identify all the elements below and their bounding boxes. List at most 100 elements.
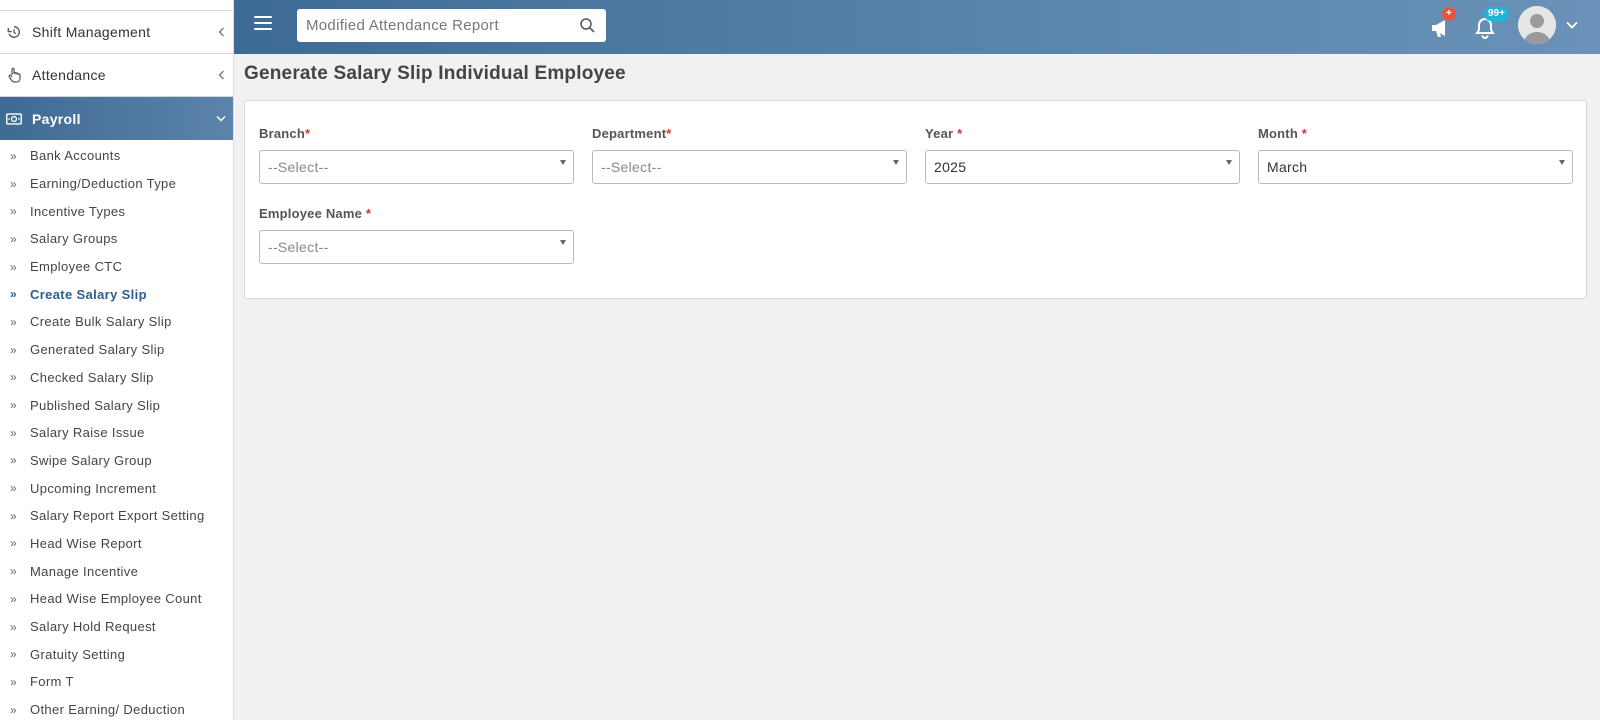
department-label: Department* [592, 126, 672, 141]
sidebar-subitem-label: Checked Salary Slip [30, 369, 154, 385]
sidebar-subitem-label: Salary Hold Request [30, 619, 156, 635]
double-chevron-right-icon: » [10, 591, 18, 606]
sidebar-subitem-form-t[interactable]: » Form T [0, 668, 233, 696]
double-chevron-right-icon: » [10, 259, 18, 274]
sidebar-subitem-gratuity-setting[interactable]: » Gratuity Setting [0, 640, 233, 668]
sidebar-subitem-label: Published Salary Slip [30, 397, 161, 413]
chevron-down-icon [216, 114, 226, 124]
sidebar-subitem-head-wise-report[interactable]: » Head Wise Report [0, 530, 233, 558]
double-chevron-right-icon: » [10, 481, 18, 496]
sidebar-top-divider [0, 0, 233, 11]
double-chevron-right-icon: » [10, 564, 18, 579]
employee-name-field: Employee Name * --Select-- [259, 206, 574, 264]
sidebar-group-payroll[interactable]: Payroll [0, 97, 233, 140]
double-chevron-right-icon: » [10, 619, 18, 634]
notification-button[interactable]: 99+ [1472, 7, 1509, 40]
branch-label: Branch* [259, 126, 311, 141]
sidebar-group-label: Payroll [32, 110, 81, 127]
hand-pointer-icon [6, 67, 22, 83]
double-chevron-right-icon: » [10, 287, 18, 302]
double-chevron-right-icon: » [10, 370, 18, 385]
sidebar-subitem-label: Other Earning/ Deduction [30, 702, 186, 718]
branch-field: Branch* --Select-- [259, 126, 574, 184]
avatar[interactable] [1518, 6, 1556, 44]
sidebar-subitem-bank-accounts[interactable]: » Bank Accounts [0, 142, 233, 170]
sidebar-subitem-salary-groups[interactable]: » Salary Groups [0, 225, 233, 253]
double-chevron-right-icon: » [10, 425, 18, 440]
sidebar-subitem-generated-salary-slip[interactable]: » Generated Salary Slip [0, 336, 233, 364]
sidebar-subitem-swipe-salary-group[interactable]: » Swipe Salary Group [0, 447, 233, 475]
year-select-value: 2025 [934, 159, 967, 175]
chevron-left-icon [216, 27, 226, 37]
double-chevron-right-icon: » [10, 314, 18, 329]
sidebar-subitem-label: Incentive Types [30, 203, 126, 219]
double-chevron-right-icon: » [10, 674, 18, 689]
sidebar-subitem-label: Salary Report Export Setting [30, 508, 205, 524]
sidebar-group-label: Shift Management [32, 24, 151, 40]
employee-name-label: Employee Name * [259, 206, 372, 221]
sidebar-subitem-label: Earning/Deduction Type [30, 176, 177, 192]
caret-down-icon [560, 160, 566, 165]
chevron-down-icon[interactable] [1565, 18, 1579, 32]
sidebar-subitem-label: Form T [30, 674, 74, 690]
year-field: Year * 2025 [925, 126, 1240, 184]
search-input[interactable] [306, 17, 576, 34]
page-title: Generate Salary Slip Individual Employee [244, 63, 626, 84]
search-box [297, 9, 606, 42]
sidebar-subitem-salary-hold-request[interactable]: » Salary Hold Request [0, 613, 233, 641]
year-select[interactable]: 2025 [925, 150, 1240, 184]
sidebar-subitem-label: Create Bulk Salary Slip [30, 314, 172, 330]
money-bill-icon [6, 111, 22, 127]
search-icon[interactable] [579, 17, 596, 34]
sidebar-subitem-label: Head Wise Report [30, 535, 142, 551]
sidebar-subitem-label: Upcoming Increment [30, 480, 157, 496]
double-chevron-right-icon: » [10, 204, 18, 219]
caret-down-icon [893, 160, 899, 165]
double-chevron-right-icon: » [10, 148, 18, 163]
employee-name-select-value: --Select-- [268, 239, 329, 255]
announcement-button[interactable]: + [1428, 7, 1456, 40]
double-chevron-right-icon: » [10, 647, 18, 662]
form-card: Branch* --Select-- Department* --Select-… [244, 100, 1587, 299]
sidebar-subitem-other-earning-deduction[interactable]: » Other Earning/ Deduction [0, 696, 233, 720]
double-chevron-right-icon: » [10, 398, 18, 413]
sidebar-subitem-label: Create Salary Slip [30, 286, 147, 302]
double-chevron-right-icon: » [10, 231, 18, 246]
double-chevron-right-icon: » [10, 536, 18, 551]
double-chevron-right-icon: » [10, 453, 18, 468]
department-select[interactable]: --Select-- [592, 150, 907, 184]
branch-select[interactable]: --Select-- [259, 150, 574, 184]
sidebar-group-attendance[interactable]: Attendance [0, 54, 233, 97]
sidebar: Shift Management Attendance Payroll » Ban… [0, 0, 234, 720]
month-select[interactable]: March [1258, 150, 1573, 184]
sidebar-subitem-label: Swipe Salary Group [30, 452, 152, 468]
caret-down-icon [1226, 160, 1232, 165]
announcement-badge: + [1442, 7, 1456, 21]
sidebar-subitem-create-bulk-salary-slip[interactable]: » Create Bulk Salary Slip [0, 308, 233, 336]
double-chevron-right-icon: » [10, 702, 18, 717]
sidebar-subitem-salary-raise-issue[interactable]: » Salary Raise Issue [0, 419, 233, 447]
sidebar-subitem-salary-report-export-setting[interactable]: » Salary Report Export Setting [0, 502, 233, 530]
sidebar-subitem-incentive-types[interactable]: » Incentive Types [0, 197, 233, 225]
sidebar-subitem-label: Salary Groups [30, 231, 118, 247]
sidebar-group-shift-management[interactable]: Shift Management [0, 11, 233, 54]
caret-down-icon [1559, 160, 1565, 165]
sidebar-subitem-create-salary-slip[interactable]: » Create Salary Slip [0, 280, 233, 308]
sidebar-subitem-checked-salary-slip[interactable]: » Checked Salary Slip [0, 364, 233, 392]
sidebar-subitem-employee-ctc[interactable]: » Employee CTC [0, 253, 233, 281]
sidebar-subitem-label: Bank Accounts [30, 148, 121, 164]
sidebar-subitem-upcoming-increment[interactable]: » Upcoming Increment [0, 474, 233, 502]
branch-select-value: --Select-- [268, 159, 329, 175]
sidebar-subitem-label: Gratuity Setting [30, 646, 126, 662]
sidebar-subitem-manage-incentive[interactable]: » Manage Incentive [0, 557, 233, 585]
sidebar-subitem-label: Generated Salary Slip [30, 342, 165, 358]
sidebar-subitem-earning-deduction-type[interactable]: » Earning/Deduction Type [0, 170, 233, 198]
hamburger-menu-icon[interactable] [254, 16, 272, 34]
sidebar-subitem-head-wise-employee-count[interactable]: » Head Wise Employee Count [0, 585, 233, 613]
sidebar-subitem-label: Salary Raise Issue [30, 425, 145, 441]
department-select-value: --Select-- [601, 159, 662, 175]
employee-name-select[interactable]: --Select-- [259, 230, 574, 264]
sidebar-subitem-label: Manage Incentive [30, 563, 139, 579]
double-chevron-right-icon: » [10, 342, 18, 357]
sidebar-subitem-published-salary-slip[interactable]: » Published Salary Slip [0, 391, 233, 419]
